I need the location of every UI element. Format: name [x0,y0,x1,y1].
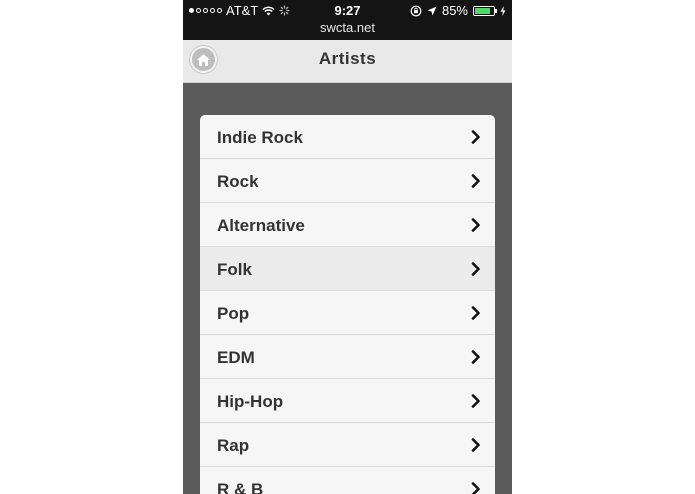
list-item[interactable]: Hip-Hop [200,379,495,423]
list-item-label: Rap [217,436,250,455]
page-title: Artists [318,49,377,68]
charging-icon [500,5,506,16]
list-item[interactable]: Rock [200,159,495,203]
list-item-label: R & B [217,480,264,494]
list-item-label: Folk [217,260,252,279]
list-item-label: Indie Rock [217,128,303,147]
list-item-label: Pop [217,304,250,323]
list-item[interactable]: Pop [200,291,495,335]
chevron-right-icon [471,218,480,232]
list-item-label: Rock [217,172,259,191]
rotation-lock-icon [410,5,422,16]
battery-percent: 85% [441,3,468,18]
list-item-label: Alternative [217,216,305,235]
status-right: 85% [410,3,506,18]
chevron-right-icon [471,482,480,494]
list-item[interactable]: Alternative [200,203,495,247]
status-bar: AT&T 9:27 swcta.net 85% [183,0,512,40]
list-item-label: Hip-Hop [217,392,284,411]
battery-icon [473,5,497,16]
list-item[interactable]: EDM [200,335,495,379]
status-url[interactable]: swcta.net [183,20,512,35]
chevron-right-icon [471,130,480,144]
location-icon [427,6,437,15]
chevron-right-icon [471,174,480,188]
chevron-right-icon [471,438,480,452]
app-header: Artists [183,40,512,83]
chevron-right-icon [471,306,480,320]
chevron-right-icon [471,394,480,408]
phone-screen: AT&T 9:27 swcta.net 85% Artists Indie Ro… [183,0,512,494]
chevron-right-icon [471,262,480,276]
list-item[interactable]: Rap [200,423,495,467]
list-item[interactable]: R & B [200,467,495,494]
genre-list: Indie Rock Rock Alternative Folk Pop EDM Hip-H… [200,115,495,494]
list-item[interactable]: Folk [200,247,495,291]
list-item[interactable]: Indie Rock [200,115,495,159]
list-item-label: EDM [217,348,255,367]
chevron-right-icon [471,350,480,364]
